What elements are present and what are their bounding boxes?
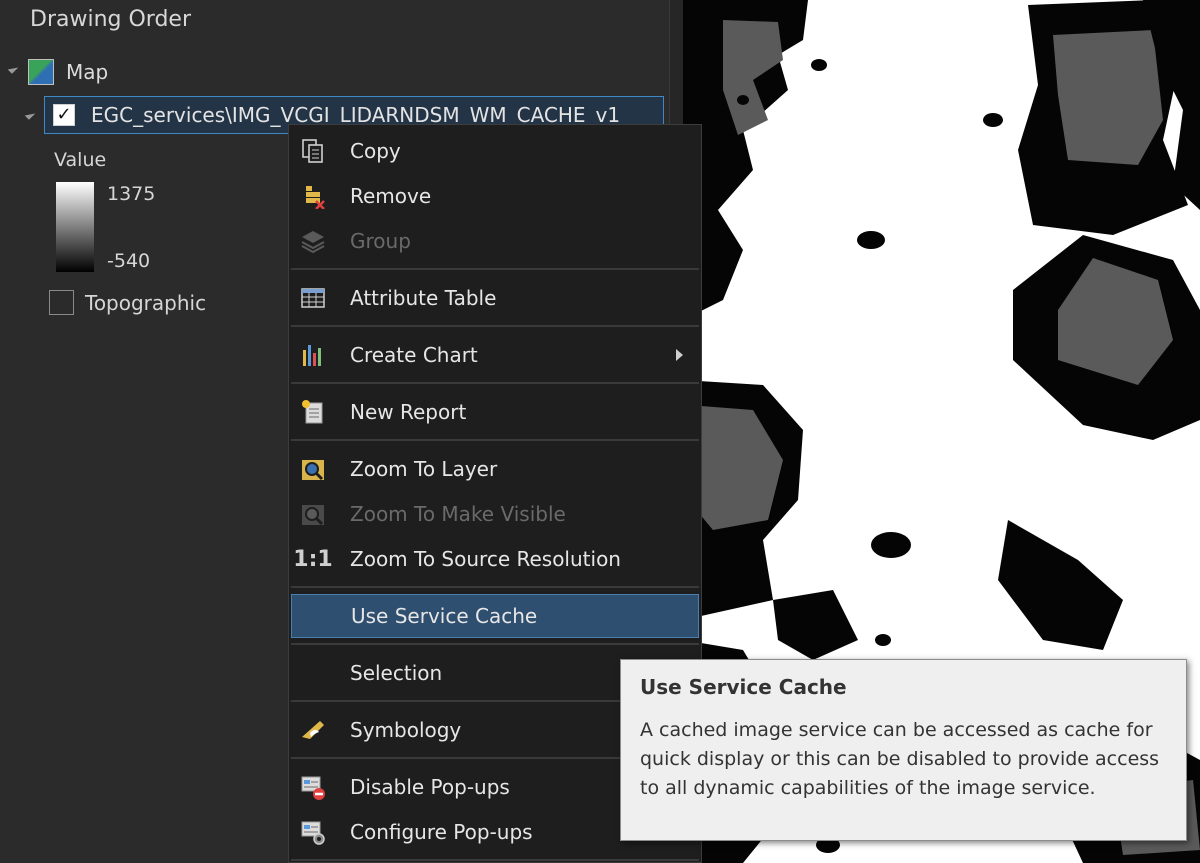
menu-item-label: Selection xyxy=(350,661,443,685)
menu-item-label: Zoom To Source Resolution xyxy=(350,547,621,571)
menu-separator xyxy=(291,268,699,270)
panel-title: Drawing Order xyxy=(30,7,191,32)
menu-item-label: Attribute Table xyxy=(350,286,497,310)
table-icon xyxy=(299,284,327,312)
expand-arrow-icon[interactable] xyxy=(7,63,19,74)
menu-item-label: Copy xyxy=(350,139,401,163)
one-to-one-icon: 1:1 xyxy=(293,546,333,572)
menu-separator xyxy=(291,325,699,327)
color-ramp xyxy=(56,182,94,272)
menu-item-label: Use Service Cache xyxy=(351,604,538,628)
menu-item-label: Disable Pop-ups xyxy=(350,775,510,799)
menu-item-copy[interactable]: Copy xyxy=(289,129,701,173)
topographic-label: Topographic xyxy=(85,290,207,315)
configure-popups-icon xyxy=(299,818,327,846)
zoom-layer-icon xyxy=(299,455,327,483)
menu-item-label: Create Chart xyxy=(350,343,478,367)
map-node[interactable]: Map xyxy=(28,58,108,86)
menu-item-use-service-cache[interactable]: Use Service Cache xyxy=(291,594,699,638)
report-icon xyxy=(299,398,327,426)
topographic-visibility-checkbox[interactable] xyxy=(49,290,74,315)
legend-title: Value xyxy=(54,149,107,171)
menu-item-attribute-table[interactable]: Attribute Table xyxy=(289,276,701,320)
map-label: Map xyxy=(66,60,109,84)
legend-max-value: 1375 xyxy=(107,183,156,205)
copy-icon xyxy=(299,137,327,165)
menu-item-remove[interactable]: Remove xyxy=(289,174,701,218)
menu-item-label: Group xyxy=(350,229,411,253)
group-layers-icon xyxy=(299,227,327,255)
menu-separator xyxy=(291,643,699,645)
layer-visibility-checkbox[interactable]: ✓ xyxy=(53,104,75,126)
expand-arrow-icon[interactable] xyxy=(24,109,36,120)
menu-item-group[interactable]: Group xyxy=(289,219,701,263)
menu-item-label: Remove xyxy=(350,184,432,208)
menu-item-new-report[interactable]: New Report xyxy=(289,390,701,434)
zoom-visible-icon xyxy=(299,500,327,528)
menu-item-label: Symbology xyxy=(350,718,462,742)
menu-separator xyxy=(291,586,699,588)
legend-min-value: -540 xyxy=(107,250,151,272)
submenu-arrow-icon xyxy=(676,349,683,361)
menu-item-zoom-to-layer[interactable]: Zoom To Layer xyxy=(289,447,701,491)
map-icon xyxy=(28,59,54,85)
bar-chart-icon xyxy=(299,341,327,369)
menu-item-label: Zoom To Make Visible xyxy=(350,502,566,526)
menu-separator xyxy=(291,439,699,441)
disable-popups-icon xyxy=(299,773,327,801)
topographic-layer-item[interactable]: Topographic xyxy=(49,290,206,315)
menu-item-create-chart[interactable]: Create Chart xyxy=(289,333,701,377)
menu-item-label: New Report xyxy=(350,400,467,424)
menu-item-label: Zoom To Layer xyxy=(350,457,498,481)
menu-separator xyxy=(291,382,699,384)
menu-item-zoom-to-make-visible[interactable]: Zoom To Make Visible xyxy=(289,492,701,536)
tooltip-title: Use Service Cache xyxy=(640,675,847,699)
menu-item-zoom-to-source-resolution[interactable]: 1:1 Zoom To Source Resolution xyxy=(289,537,701,581)
menu-item-label: Configure Pop-ups xyxy=(350,820,533,844)
remove-icon xyxy=(299,182,327,210)
tooltip-body: A cached image service can be accessed a… xyxy=(640,719,1160,799)
symbology-icon xyxy=(299,716,327,744)
menu-separator xyxy=(291,859,699,861)
tooltip: Use Service Cache A cached image service… xyxy=(620,659,1187,841)
